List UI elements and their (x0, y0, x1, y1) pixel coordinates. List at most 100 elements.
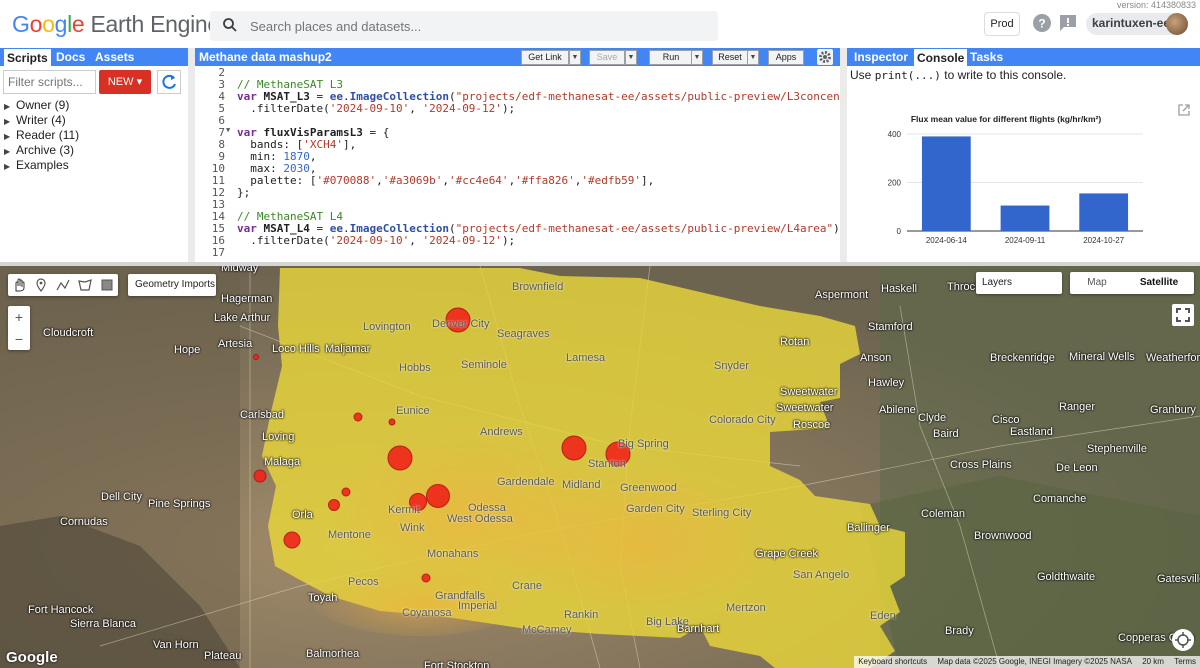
map-view[interactable]: Midway Hagerman Lake Arthur Artesia Loco… (0, 266, 1200, 668)
terms-link[interactable]: Terms (1170, 657, 1200, 666)
plume-marker[interactable] (253, 354, 259, 360)
save-button[interactable]: Save (589, 50, 625, 65)
prod-button[interactable]: Prod (984, 12, 1020, 36)
console-hint: Use print(...) to write to this console. (850, 68, 1067, 82)
plume-marker[interactable] (341, 487, 351, 497)
rectangle-icon[interactable] (99, 277, 115, 293)
feedback-icon[interactable] (1058, 13, 1078, 33)
plume-marker[interactable] (253, 469, 267, 483)
expand-icon: ▶ (4, 132, 11, 141)
left-splitter[interactable] (188, 48, 195, 262)
code-line: .filterDate('2024-09-10', '2024-09-12'); (237, 234, 516, 247)
tab-console[interactable]: Console (913, 48, 969, 66)
right-splitter[interactable] (840, 48, 847, 262)
filter-scripts-input[interactable] (3, 70, 96, 94)
map-attribution: Keyboard shortcuts Map data ©2025 Google… (854, 656, 1200, 668)
scale-bar: 20 km (1142, 657, 1164, 666)
map-type-satellite[interactable]: Satellite (1124, 272, 1194, 294)
plume-marker[interactable] (561, 435, 587, 461)
svg-text:?: ? (1038, 17, 1045, 31)
zoom-control: + − (8, 306, 30, 350)
run-dropdown[interactable]: ▼ (691, 50, 703, 65)
plume-marker[interactable] (388, 418, 396, 426)
chart-bars (921, 136, 1129, 231)
tree-item-reader[interactable]: ▶ Reader (11) (4, 128, 79, 142)
fullscreen-button[interactable] (1172, 304, 1194, 326)
tab-tasks[interactable]: Tasks (967, 48, 1006, 66)
flux-bar-chart: Flux mean value for different flights (k… (888, 114, 1143, 245)
pan-hand-icon[interactable] (11, 277, 27, 293)
reset-button[interactable]: Reset (712, 50, 748, 65)
tab-inspector[interactable]: Inspector (851, 48, 911, 66)
tab-assets[interactable]: Assets (92, 48, 137, 66)
search-input[interactable] (250, 15, 700, 37)
gear-icon (819, 51, 831, 63)
right-tabbar: Inspector Console Tasks (847, 48, 1200, 66)
google-logo: Google (6, 649, 58, 666)
script-title: Methane data mashup2 (199, 50, 332, 64)
plume-marker[interactable] (426, 484, 450, 508)
expand-icon: ▶ (4, 162, 11, 171)
scripts-panel: Scripts Docs Assets NEW ▾ ▶Owner (9) ▶Wr… (0, 48, 188, 262)
line-icon[interactable] (55, 277, 71, 293)
code-area[interactable]: 2 3 4 5 6 7 8 9 10 11 12 13 14 15 16 17 … (195, 66, 840, 262)
caret-down-icon: ▾ (136, 76, 143, 88)
reset-dropdown[interactable]: ▼ (747, 50, 759, 65)
run-button[interactable]: Run (649, 50, 693, 65)
polygon-icon[interactable] (77, 277, 93, 293)
x-tick-label: 2024-10-27 (1083, 236, 1124, 245)
help-icon[interactable]: ? (1032, 13, 1052, 33)
refresh-icon (162, 74, 176, 89)
plume-marker[interactable] (353, 412, 363, 422)
drawing-tools (8, 274, 118, 296)
expand-icon: ▶ (4, 117, 11, 126)
console-panel: Inspector Console Tasks Use print(...) t… (847, 48, 1200, 262)
chart-title: Flux mean value for different flights (k… (911, 114, 1101, 124)
tree-item-writer[interactable]: ▶ Writer (4) (4, 113, 66, 127)
plume-marker[interactable] (283, 531, 301, 549)
chart-bar[interactable] (1079, 193, 1129, 231)
tree-item-owner[interactable]: ▶ Owner (9) (4, 98, 69, 112)
geometry-imports-button[interactable]: Geometry Imports (128, 274, 216, 296)
tree-item-archive[interactable]: ▶ Archive (3) (4, 143, 74, 157)
refresh-button[interactable] (157, 70, 181, 94)
zoom-out-button[interactable]: − (8, 328, 30, 350)
left-tabbar: Scripts Docs Assets (0, 48, 188, 66)
fold-arrow-icon[interactable]: ▼ (226, 126, 230, 134)
fullscreen-icon (1176, 308, 1190, 322)
x-tick-label: 2024-09-11 (1005, 236, 1046, 245)
plume-marker[interactable] (421, 573, 431, 583)
layers-button[interactable]: Layers (976, 272, 1062, 294)
crosshair-icon (1175, 632, 1191, 648)
tree-item-examples[interactable]: ▶ Examples (4, 158, 69, 172)
zoom-in-button[interactable]: + (8, 306, 30, 328)
x-tick-label: 2024-06-14 (926, 236, 967, 245)
tab-scripts[interactable]: Scripts (3, 48, 52, 66)
chart-bar[interactable] (921, 136, 971, 231)
new-button[interactable]: NEW ▾ (99, 70, 151, 94)
apps-button[interactable]: Apps (768, 50, 804, 65)
marker-icon[interactable] (33, 277, 49, 293)
code-line: }; (237, 186, 251, 199)
plume-marker[interactable] (328, 499, 340, 511)
keyboard-shortcuts-link[interactable]: Keyboard shortcuts (854, 657, 931, 666)
map-data-attribution: Map data ©2025 Google, INEGI Imagery ©20… (937, 657, 1132, 666)
code-editor-panel: Methane data mashup2 Get Link ▼ Save ▼ R… (195, 48, 840, 262)
map-type-control: Map Satellite (1070, 272, 1194, 294)
search-box[interactable] (210, 11, 718, 41)
chart-bar[interactable] (1000, 205, 1050, 231)
y-tick-label: 200 (888, 179, 902, 188)
location-button[interactable] (1172, 629, 1194, 651)
get-link-dropdown[interactable]: ▼ (569, 50, 581, 65)
code-line: .filterDate('2024-09-10', '2024-09-12'); (237, 102, 516, 115)
y-tick-label: 0 (897, 227, 902, 236)
save-dropdown[interactable]: ▼ (625, 50, 637, 65)
plume-marker[interactable] (387, 445, 413, 471)
editor-toolbar: Methane data mashup2 Get Link ▼ Save ▼ R… (195, 48, 840, 66)
avatar[interactable] (1166, 13, 1188, 35)
settings-button[interactable] (817, 49, 833, 65)
tab-docs[interactable]: Docs (53, 48, 88, 66)
get-link-button[interactable]: Get Link (521, 50, 569, 65)
earth-engine-logo[interactable]: Google Earth Engine (12, 11, 220, 38)
map-type-map[interactable]: Map (1070, 272, 1124, 294)
